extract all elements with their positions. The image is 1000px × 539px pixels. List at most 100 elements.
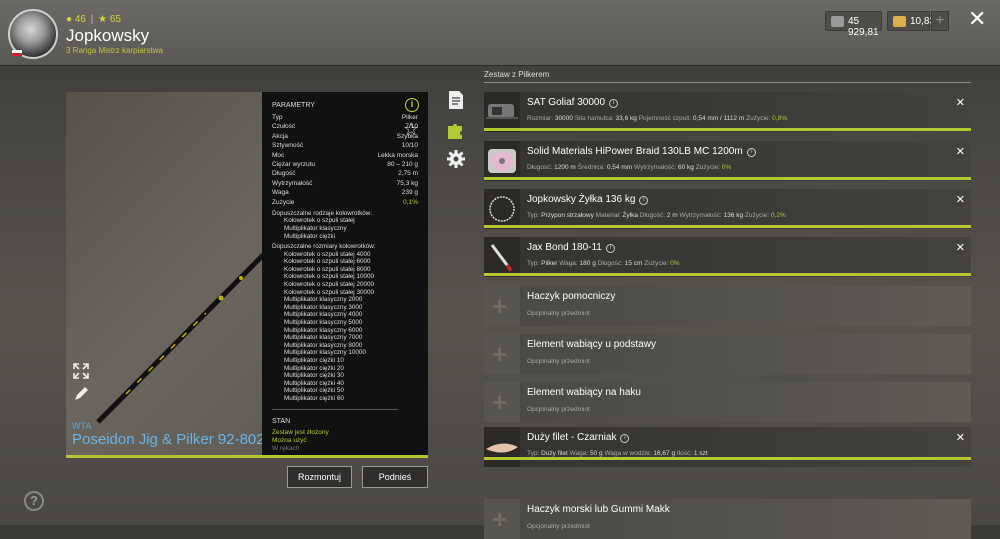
item-name: Haczyk pomocniczy: [527, 291, 615, 302]
detail-key: Zużycie:: [644, 260, 669, 267]
detail-key: Zużycie:: [746, 115, 771, 122]
reel-sizes-title: Dopuszczalne rozmiary kołowrotków:: [272, 243, 376, 251]
detail-value: 50 g: [590, 450, 603, 457]
param-row: Akcja Szybka: [272, 132, 418, 141]
setup-slot[interactable]: Jopkowsky Żyłka 136 kg i Typ: Przypon strz…: [484, 189, 971, 229]
info-icon[interactable]: i: [605, 244, 615, 253]
setup-title: Zestaw z Pilkerem: [484, 70, 550, 79]
detail-key: Długość:: [527, 164, 553, 171]
document-icon[interactable]: [446, 90, 466, 110]
info-icon[interactable]: i: [620, 434, 630, 443]
item-name-text: Jopkowsky Żyłka 136 kg: [527, 194, 636, 205]
item-thumbnail: [484, 92, 520, 132]
item-name: Duży filet - Czarniak i: [527, 432, 630, 443]
setup-slot[interactable]: + Element wabiący u podstawy Opcjonalny pr…: [484, 334, 971, 374]
detail-value: Duży filet: [541, 450, 568, 457]
reel-size-item: Multiplikator klasyczny 10000: [284, 349, 366, 357]
setup-slot[interactable]: + Haczyk morski lub Gummi Makk Opcjonalny …: [484, 499, 971, 539]
gear-icon[interactable]: [446, 149, 466, 169]
remove-item-icon[interactable]: ✕: [956, 193, 965, 206]
setup-slot[interactable]: + Element wabiący na haku Opcjonalny przed…: [484, 382, 971, 422]
remove-item-icon[interactable]: ✕: [956, 96, 965, 109]
puzzle-icon[interactable]: [446, 120, 466, 140]
detail-key: Waga w wodzie:: [604, 450, 652, 457]
money-icon: [831, 16, 844, 27]
close-icon[interactable]: ✕: [968, 6, 986, 32]
rod-name: Poseidon Jig & Pilker 92-802: [72, 431, 265, 448]
info-icon[interactable]: i: [405, 98, 419, 112]
remove-item-icon[interactable]: ✕: [956, 431, 965, 444]
help-icon[interactable]: ?: [24, 491, 44, 511]
detail-value: 2 m: [666, 212, 678, 219]
state-in-hands: W rękach: [272, 444, 300, 452]
detail-key: Pojemność szpuli:: [638, 115, 692, 122]
gold-balance[interactable]: 10,83: [887, 11, 935, 31]
dismantle-button[interactable]: Rozmontuj: [287, 466, 352, 488]
add-slot-icon: +: [484, 334, 520, 374]
detail-key: Siła hamulca:: [574, 115, 614, 122]
param-row: Długość 2,75 m: [272, 169, 418, 178]
reel-size-item: Multiplikator klasyczny 2000: [284, 296, 363, 304]
param-key: Typ: [272, 114, 283, 121]
flag-icon: [12, 50, 22, 56]
detail-value: 16,67 g: [653, 450, 676, 457]
pencil-icon[interactable]: [72, 385, 90, 403]
parameters-panel: PARAMETRY Typ Pilker Czułość 7/10 Akcja Szybk…: [262, 92, 428, 455]
param-key: Długość: [272, 170, 296, 178]
pickup-button[interactable]: Podnieś: [362, 466, 428, 488]
detail-value: 180 g: [579, 260, 596, 267]
detail-key: Waga:: [569, 450, 589, 457]
reel-size-item: Multiplikator ciężki 20: [284, 364, 344, 372]
item-name: Haczyk morski lub Gummi Makk: [527, 504, 670, 515]
detail-value: 0%: [721, 164, 732, 171]
info-icon[interactable]: i: [746, 148, 756, 157]
detail-value: 0,8%: [772, 115, 787, 122]
param-value: 0,1%: [403, 198, 418, 206]
detail-key: Typ:: [527, 260, 540, 267]
item-name-text: Solid Materials HiPower Braid 130LB MC 1…: [527, 146, 743, 157]
param-key: Czułość: [272, 123, 296, 131]
setup-slot[interactable]: + Haczyk pomocniczy Opcjonalny przedmiot: [484, 286, 971, 326]
expand-icon[interactable]: [72, 362, 90, 380]
setup-slot[interactable]: Duży filet - Czarniak i Typ: Duży filet Wa…: [484, 427, 971, 467]
info-icon[interactable]: i: [609, 99, 619, 108]
item-details: Typ: Duży filet Waga: 50 g Waga w wodzie…: [527, 450, 708, 457]
reel-size-item: Multiplikator klasyczny 4000: [284, 311, 363, 319]
username: Jopkowsky: [66, 26, 150, 45]
reel-type-item: Multiplikator ciężki: [284, 232, 336, 240]
param-value: 10/10: [401, 142, 418, 150]
item-name: Element wabiący u podstawy: [527, 339, 656, 350]
reel-size-item: Multiplikator ciężki 30: [284, 372, 344, 380]
money-balance[interactable]: 45 929,81: [825, 11, 882, 38]
param-row: Typ Pilker: [272, 113, 418, 122]
param-value: 239 g: [401, 189, 418, 197]
detail-value: Pilker: [541, 260, 558, 267]
setup-slot[interactable]: Jax Bond 180-11 i Typ: Pilker Waga: 180 g …: [484, 237, 971, 277]
detail-key: Wytrzymałość:: [634, 164, 677, 171]
item-name-text: Element wabiący na haku: [527, 387, 641, 398]
detail-value: 0,54 mm / 1112 m: [692, 115, 745, 122]
item-details: Długość: 1200 m Średnica: 0,54 mm Wytrzy…: [527, 164, 731, 171]
level-value: 46: [74, 14, 86, 25]
remove-item-icon[interactable]: ✕: [956, 145, 965, 158]
detail-value: Przypon strzałowy: [541, 212, 594, 219]
item-condition-bar: [484, 457, 971, 460]
param-row: Wytrzymałość 75,3 kg: [272, 179, 418, 188]
remove-item-icon[interactable]: ✕: [956, 241, 965, 254]
param-row: Sztywność 10/10: [272, 141, 418, 150]
reel-type-item: Kołowrotek o szpuli stałej: [284, 217, 355, 225]
add-currency-button[interactable]: +: [931, 11, 949, 31]
setup-slot[interactable]: Solid Materials HiPower Braid 130LB MC 1…: [484, 141, 971, 181]
setup-slot[interactable]: SAT Goliaf 30000 i Rozmiar: 30000 Siła ham…: [484, 92, 971, 132]
detail-value: 0%: [670, 260, 680, 267]
param-row: Ciężar wyrzutu 80 – 210 g: [272, 160, 418, 169]
info-icon[interactable]: i: [639, 196, 649, 205]
favorite-star-icon[interactable]: ☆: [403, 119, 419, 140]
item-thumbnail: [484, 427, 520, 467]
detail-value: 33,6 kg: [615, 115, 637, 122]
reel-size-item: Multiplikator klasyczny 3000: [284, 303, 363, 311]
optional-label: Opcjonalny przedmiot: [527, 523, 590, 530]
reel-size-item: Multiplikator ciężki 60: [284, 394, 344, 402]
detail-value: 0,2%: [770, 212, 786, 219]
detail-value: 30000: [554, 115, 573, 122]
